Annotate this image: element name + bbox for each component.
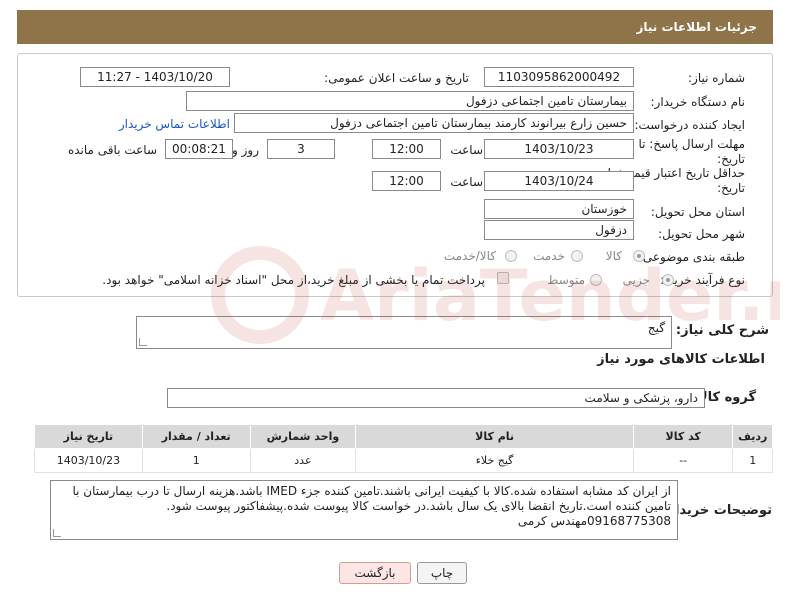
process-radio-medium[interactable] <box>590 274 602 286</box>
remaining-days-field: 3 <box>267 139 335 159</box>
province-field: خوزستان <box>484 199 634 219</box>
process-option-minor: جزیی <box>622 273 650 287</box>
province-label: استان محل تحویل: <box>650 205 745 219</box>
col-row-number: ردیف <box>732 424 773 449</box>
reply-date-field: 1403/10/23 <box>484 139 634 159</box>
remaining-time-field: 00:08:21 <box>165 139 233 159</box>
city-field: دزفول <box>484 220 634 240</box>
cell-item-code: -- <box>632 448 734 473</box>
col-item-name: نام کالا <box>355 424 634 449</box>
buyer-notes-label: توضیحات خریدار: <box>662 503 772 518</box>
need-summary-field: گیج <box>136 316 672 349</box>
category-radio-service[interactable] <box>571 250 583 262</box>
price-validity-time-field: 12:00 <box>372 171 441 191</box>
category-option-goods: کالا <box>605 249 622 263</box>
category-option-goods-service: کالا/خدمت <box>443 249 496 263</box>
need-summary-label: شرح کلی نیاز: <box>675 323 769 338</box>
resize-handle-icon[interactable] <box>139 338 147 346</box>
treasury-payment-checkbox[interactable] <box>497 272 509 284</box>
goods-group-field: دارو، پزشکی و سلامت <box>167 388 705 408</box>
process-option-medium: متوسط <box>547 273 585 287</box>
price-validity-date-field: 1403/10/24 <box>484 171 634 191</box>
reply-deadline-label: مهلت ارسال پاسخ: تا تاریخ: <box>638 137 745 166</box>
buyer-notes-line: 09168775308مهندس کرمی <box>517 514 671 528</box>
reply-time-field: 12:00 <box>372 139 441 159</box>
cell-unit: عدد <box>249 448 357 473</box>
goods-section-title: اطلاعات کالاهای مورد نیاز <box>597 352 765 367</box>
cell-quantity: 1 <box>141 448 251 473</box>
category-radio-goods-service[interactable] <box>505 250 517 262</box>
creator-field: حسین زارع بیرانوند کارمند بیمارستان تامی… <box>234 113 634 133</box>
treasury-payment-note: پرداخت تمام یا بخشی از مبلغ خرید،از محل … <box>102 273 485 287</box>
category-option-service: خدمت <box>533 249 565 263</box>
buyer-notes-field: از ایران کد مشابه استفاده شده.کالا با کی… <box>50 480 678 540</box>
table-row: 1 -- گیج خلاء عدد 1 1403/10/23 <box>34 448 773 473</box>
category-label: طبقه بندی موضوعی: <box>638 250 745 264</box>
buyer-contact-link[interactable]: اطلاعات تماس خریدار <box>119 117 230 131</box>
announce-datetime-field: 1403/10/20 - 11:27 <box>80 67 230 87</box>
page-title: جزئیات اطلاعات نیاز <box>17 10 773 44</box>
days-label: روز و <box>232 143 259 157</box>
resize-handle-icon[interactable] <box>53 529 61 537</box>
goods-table-header: ردیف کد کالا نام کالا واحد شمارش تعداد /… <box>34 424 773 449</box>
col-item-code: کد کالا <box>632 424 734 449</box>
print-button[interactable]: چاپ <box>417 562 467 584</box>
process-radio-minor[interactable] <box>662 274 674 286</box>
creator-label: ایجاد کننده درخواست: <box>634 118 745 132</box>
buyer-notes-line: تامین کننده است.تاریخ انقضا بالای یک سال… <box>166 499 671 513</box>
announce-datetime-label: تاریخ و ساعت اعلان عمومی: <box>324 71 469 85</box>
goods-table: ردیف کد کالا نام کالا واحد شمارش تعداد /… <box>34 424 773 473</box>
back-button[interactable]: بازگشت <box>339 562 411 584</box>
reply-time-label: ساعت <box>450 143 483 157</box>
col-quantity: تعداد / مقدار <box>141 424 251 449</box>
price-validity-time-label: ساعت <box>450 175 483 189</box>
cell-item-name: گیج خلاء <box>355 448 634 473</box>
col-need-date: تاریخ نیاز <box>34 424 143 449</box>
need-summary-text: گیج <box>647 321 665 335</box>
need-number-label: شماره نیاز: <box>688 71 745 85</box>
buyer-org-label: نام دستگاه خریدار: <box>650 95 746 109</box>
buyer-notes-line: از ایران کد مشابه استفاده شده.کالا با کی… <box>72 484 671 498</box>
need-number-field: 1103095862000492 <box>484 67 634 87</box>
col-unit: واحد شمارش <box>249 424 357 449</box>
cell-row-number: 1 <box>732 448 773 473</box>
category-radio-goods[interactable] <box>633 250 645 262</box>
need-details-page: جزئیات اطلاعات نیاز شماره نیاز: 11030958… <box>0 0 789 598</box>
city-label: شهر محل تحویل: <box>658 227 745 241</box>
cell-need-date: 1403/10/23 <box>34 448 143 473</box>
buyer-org-field: بیمارستان تامین اجتماعی دزفول <box>186 91 634 111</box>
remaining-time-label: ساعت باقی مانده <box>67 143 157 157</box>
